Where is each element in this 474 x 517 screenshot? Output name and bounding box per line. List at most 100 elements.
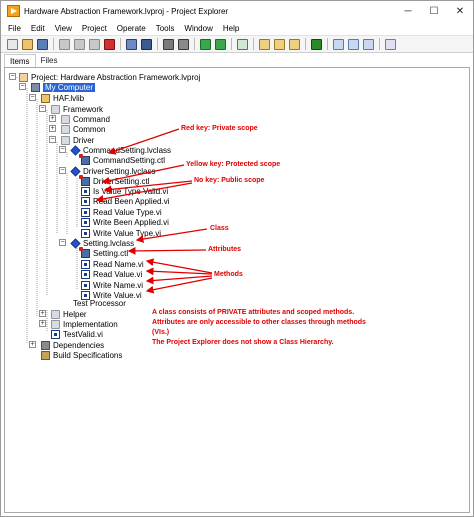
- tab-items[interactable]: Items: [4, 54, 36, 67]
- minimize-button[interactable]: ─: [395, 1, 421, 21]
- show-items-icon[interactable]: [259, 38, 270, 50]
- folder-icon: [61, 114, 70, 124]
- tree-item-driver-setting-ctl[interactable]: DriverSetting.ctl: [79, 174, 149, 186]
- expand-all-icon[interactable]: [215, 38, 226, 50]
- collapse-icon[interactable]: −: [9, 73, 16, 80]
- tree-item-setting-class[interactable]: − Setting.lvclass: [59, 237, 134, 249]
- menu-operate[interactable]: Operate: [117, 24, 146, 33]
- build-spec-icon[interactable]: [311, 38, 322, 50]
- tree-item-framework[interactable]: − Framework: [39, 104, 103, 114]
- dropdown-icon[interactable]: [178, 38, 189, 50]
- close-button[interactable]: ✕: [447, 1, 473, 21]
- expand-icon[interactable]: +: [49, 125, 56, 132]
- copy-icon[interactable]: [74, 38, 85, 50]
- paste-icon[interactable]: [89, 38, 100, 50]
- tree-item-command-setting-ctl[interactable]: CommandSetting.ctl: [79, 153, 165, 165]
- toolbar-separator: [379, 38, 380, 50]
- expand-icon[interactable]: +: [39, 320, 46, 327]
- cut-icon[interactable]: [59, 38, 70, 50]
- tree-item-command[interactable]: + Command: [49, 114, 110, 124]
- menu-file[interactable]: File: [8, 24, 21, 33]
- tree-item-read-value-type[interactable]: Read Value Type.vi: [81, 207, 162, 217]
- help-icon[interactable]: [385, 38, 396, 50]
- tree-item-write-value-type[interactable]: Write Value Type.vi: [81, 228, 161, 238]
- tree-item-command-setting-class[interactable]: − CommandSetting.lvclass: [59, 144, 171, 156]
- vi-icon: [81, 217, 90, 227]
- tree-item-read-name[interactable]: Read Name.vi: [81, 259, 144, 269]
- tree-item-common[interactable]: + Common: [49, 124, 105, 134]
- refresh-icon[interactable]: [348, 38, 359, 50]
- tab-files[interactable]: Files: [36, 54, 63, 67]
- vi-icon: [81, 228, 90, 238]
- delete-icon[interactable]: [104, 38, 115, 50]
- vi-icon: [51, 329, 60, 339]
- run-icon[interactable]: [163, 38, 174, 50]
- settings-icon[interactable]: [363, 38, 374, 50]
- collapse-icon[interactable]: −: [59, 239, 66, 246]
- tree-item-driver-setting-class[interactable]: − DriverSetting.lvclass: [59, 165, 155, 177]
- private-control-icon: [79, 246, 90, 258]
- tree-item-label: Build Specifications: [53, 350, 123, 360]
- vi-icon: [81, 186, 90, 196]
- properties-icon[interactable]: [237, 38, 248, 50]
- vi-icon: [81, 269, 90, 279]
- maximize-button[interactable]: ☐: [421, 1, 447, 21]
- vi-icon: [81, 196, 90, 206]
- tree-item-test-processor[interactable]: Test Processor: [49, 298, 126, 308]
- tree-item-dependencies[interactable]: + Dependencies: [29, 340, 104, 350]
- tree-item-read-value[interactable]: Read Value.vi: [81, 269, 142, 279]
- tree-item-label: Helper: [63, 309, 87, 319]
- annotation-attributes: Attributes: [208, 246, 242, 253]
- project-explorer-window: Hardware Abstraction Framework.lvproj - …: [0, 0, 474, 517]
- tree-item-implementation[interactable]: + Implementation: [39, 319, 118, 329]
- toolbar-separator: [194, 38, 195, 50]
- toolbar-separator: [53, 38, 54, 50]
- tree-item-my-computer[interactable]: − My Computer: [19, 82, 96, 92]
- menu-window[interactable]: Window: [184, 24, 212, 33]
- tree-item-haf-lib[interactable]: − HAF.lvlib: [29, 93, 84, 103]
- menu-help[interactable]: Help: [223, 24, 239, 33]
- tree-item-write-name[interactable]: Write Name.vi: [81, 280, 143, 290]
- folder-icon: [51, 104, 60, 114]
- deploy-icon[interactable]: [141, 38, 152, 50]
- tree-item-write-been-applied[interactable]: Write Been Applied.vi: [81, 217, 169, 227]
- collapse-icon[interactable]: −: [59, 146, 66, 153]
- save-all-icon[interactable]: [37, 38, 48, 50]
- vi-icon: [81, 280, 90, 290]
- toolbar-separator: [157, 38, 158, 50]
- new-icon[interactable]: [7, 38, 18, 50]
- tree-item-is-value-type-valid[interactable]: Is Value Type Valid.vi: [81, 186, 168, 196]
- collapse-icon[interactable]: −: [39, 105, 46, 112]
- add-item-icon[interactable]: [200, 38, 211, 50]
- tree-item-test-valid[interactable]: TestValid.vi: [51, 329, 103, 339]
- menu-view[interactable]: View: [55, 24, 72, 33]
- expand-icon[interactable]: +: [29, 341, 36, 348]
- tree-item-label: TestValid.vi: [63, 329, 103, 339]
- build-icon[interactable]: [126, 38, 137, 50]
- tree-item-helper[interactable]: + Helper: [39, 309, 87, 319]
- project-tree: − Project: Hardware Abstraction Framewor…: [4, 67, 470, 513]
- annotation-note-line: A class consists of PRIVATE attributes a…: [152, 309, 355, 316]
- collapse-icon[interactable]: −: [29, 94, 36, 101]
- tree-item-read-been-applied[interactable]: Read Been Applied.vi: [81, 196, 170, 206]
- find-icon[interactable]: [333, 38, 344, 50]
- menu-tools[interactable]: Tools: [156, 24, 175, 33]
- tree-item-label: My Computer: [43, 82, 96, 92]
- collapse-icon[interactable]: −: [59, 167, 66, 174]
- open-icon[interactable]: [22, 38, 33, 50]
- menu-project[interactable]: Project: [82, 24, 107, 33]
- collapse-icon[interactable]: −: [19, 83, 26, 90]
- tree-item-driver[interactable]: − Driver: [49, 135, 94, 145]
- tree-item-build-specifications[interactable]: Build Specifications: [41, 350, 122, 360]
- folder-icon: [61, 124, 70, 134]
- expand-icon[interactable]: +: [39, 310, 46, 317]
- tree-item-project[interactable]: − Project: Hardware Abstraction Framewor…: [9, 72, 200, 82]
- expand-icon[interactable]: +: [49, 115, 56, 122]
- tree-item-label: Framework: [63, 104, 104, 114]
- folder-icon: [51, 319, 60, 329]
- collapse-icon[interactable]: −: [49, 136, 56, 143]
- sort-icon[interactable]: [289, 38, 300, 50]
- filter-icon[interactable]: [274, 38, 285, 50]
- tree-item-setting-ctl[interactable]: Setting.ctl: [79, 246, 128, 258]
- menu-edit[interactable]: Edit: [31, 24, 45, 33]
